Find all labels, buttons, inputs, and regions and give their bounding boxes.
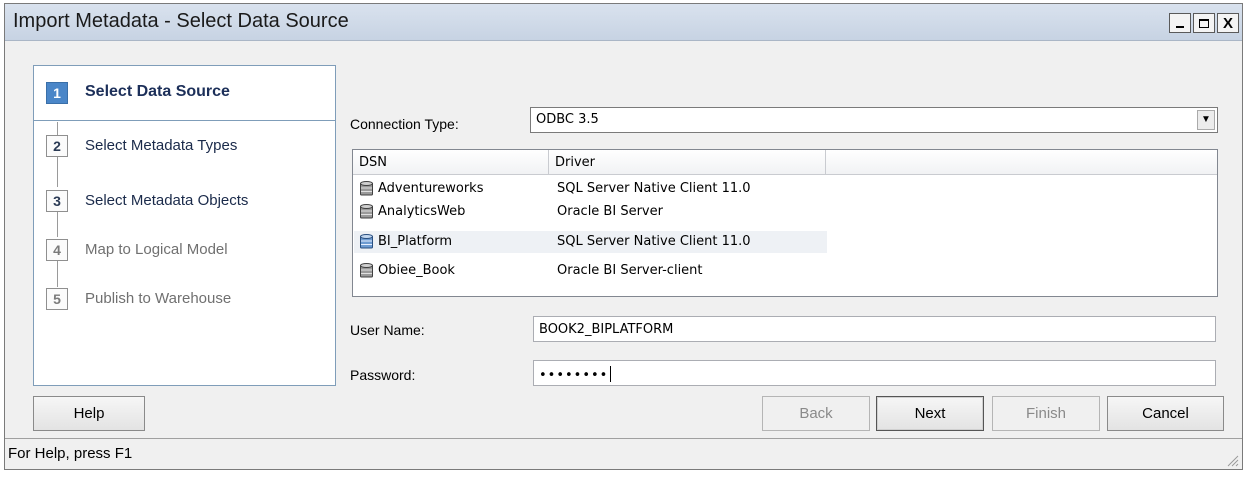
- finish-button[interactable]: Finish: [992, 396, 1100, 431]
- database-icon: [360, 263, 373, 278]
- dsn-name: BI_Platform: [378, 234, 453, 249]
- dsn-driver: Oracle BI Server: [557, 204, 663, 219]
- step-label: Map to Logical Model: [85, 241, 228, 258]
- user-name-value: BOOK2_BIPLATFORM: [539, 322, 674, 337]
- step-number: 4: [46, 239, 68, 261]
- step-publish-to-warehouse: 5 Publish to Warehouse: [34, 287, 335, 337]
- step-label: Select Metadata Types: [85, 137, 238, 154]
- user-name-label: User Name:: [350, 322, 425, 338]
- step-connector: [57, 157, 58, 187]
- window-controls: X: [1169, 13, 1239, 33]
- minimize-button[interactable]: [1169, 13, 1191, 33]
- next-button[interactable]: Next: [876, 396, 984, 431]
- back-button[interactable]: Back: [762, 396, 870, 431]
- wizard-steps-panel: 1 Select Data Source 2 Select Metadata T…: [33, 65, 336, 386]
- step-select-data-source[interactable]: 1 Select Data Source: [34, 66, 335, 121]
- step-number: 3: [46, 190, 68, 212]
- step-connector: [57, 212, 58, 237]
- close-button[interactable]: X: [1217, 13, 1239, 33]
- password-value: ••••••••: [539, 368, 609, 383]
- maximize-icon: [1199, 18, 1209, 28]
- step-map-to-logical-model: 4 Map to Logical Model: [34, 237, 335, 287]
- password-label: Password:: [350, 367, 416, 383]
- column-header-dsn[interactable]: DSN: [353, 150, 549, 175]
- user-name-input[interactable]: BOOK2_BIPLATFORM: [533, 316, 1216, 342]
- step-number: 2: [46, 135, 68, 157]
- step-connector: [57, 261, 58, 287]
- minimize-icon: [1176, 26, 1184, 28]
- password-input[interactable]: ••••••••: [533, 360, 1216, 386]
- connection-type-value: ODBC 3.5: [536, 112, 599, 127]
- title-bar: Import Metadata - Select Data Source X: [5, 4, 1242, 41]
- dsn-row-obiee-book[interactable]: Obiee_Book Oracle BI Server-client: [354, 260, 827, 282]
- close-icon: X: [1222, 14, 1233, 32]
- dsn-row-adventureworks[interactable]: Adventureworks SQL Server Native Client …: [354, 178, 827, 200]
- maximize-button[interactable]: [1193, 13, 1215, 33]
- step-select-metadata-types[interactable]: 2 Select Metadata Types: [34, 131, 335, 181]
- dsn-row-analyticsweb[interactable]: AnalyticsWeb Oracle BI Server: [354, 201, 827, 223]
- dsn-name: Obiee_Book: [378, 263, 455, 278]
- dsn-name: Adventureworks: [378, 181, 484, 196]
- dsn-list-header: DSN Driver: [353, 150, 1217, 176]
- step-label: Select Metadata Objects: [85, 192, 249, 209]
- connection-type-label: Connection Type:: [350, 116, 459, 132]
- import-metadata-dialog: Import Metadata - Select Data Source X 1…: [4, 3, 1243, 470]
- step-number: 5: [46, 288, 68, 310]
- dsn-driver: SQL Server Native Client 11.0: [557, 181, 751, 196]
- dsn-driver: SQL Server Native Client 11.0: [557, 234, 751, 249]
- dsn-driver: Oracle BI Server-client: [557, 263, 703, 278]
- text-caret: [610, 366, 612, 382]
- step-select-metadata-objects[interactable]: 3 Select Metadata Objects: [34, 187, 335, 237]
- database-icon: [360, 234, 373, 249]
- dsn-list[interactable]: DSN Driver Adventureworks SQL Server Nat…: [352, 149, 1218, 297]
- dsn-row-bi-platform[interactable]: BI_Platform SQL Server Native Client 11.…: [354, 231, 827, 253]
- status-text: For Help, press F1: [8, 445, 133, 462]
- help-button[interactable]: Help: [33, 396, 145, 431]
- step-label: Select Data Source: [85, 83, 230, 100]
- connection-type-dropdown[interactable]: ODBC 3.5 ▼: [530, 107, 1218, 133]
- cancel-button[interactable]: Cancel: [1107, 396, 1224, 431]
- status-bar: For Help, press F1: [5, 438, 1242, 469]
- dsn-name: AnalyticsWeb: [378, 204, 466, 219]
- step-number: 1: [46, 82, 68, 104]
- database-icon: [360, 181, 373, 196]
- database-icon: [360, 204, 373, 219]
- resize-grip-icon[interactable]: [1225, 453, 1239, 467]
- chevron-down-icon[interactable]: ▼: [1197, 110, 1215, 130]
- window-title: Import Metadata - Select Data Source: [13, 10, 349, 32]
- column-header-empty: [826, 150, 1217, 175]
- step-label: Publish to Warehouse: [85, 290, 232, 307]
- column-header-driver[interactable]: Driver: [549, 150, 826, 175]
